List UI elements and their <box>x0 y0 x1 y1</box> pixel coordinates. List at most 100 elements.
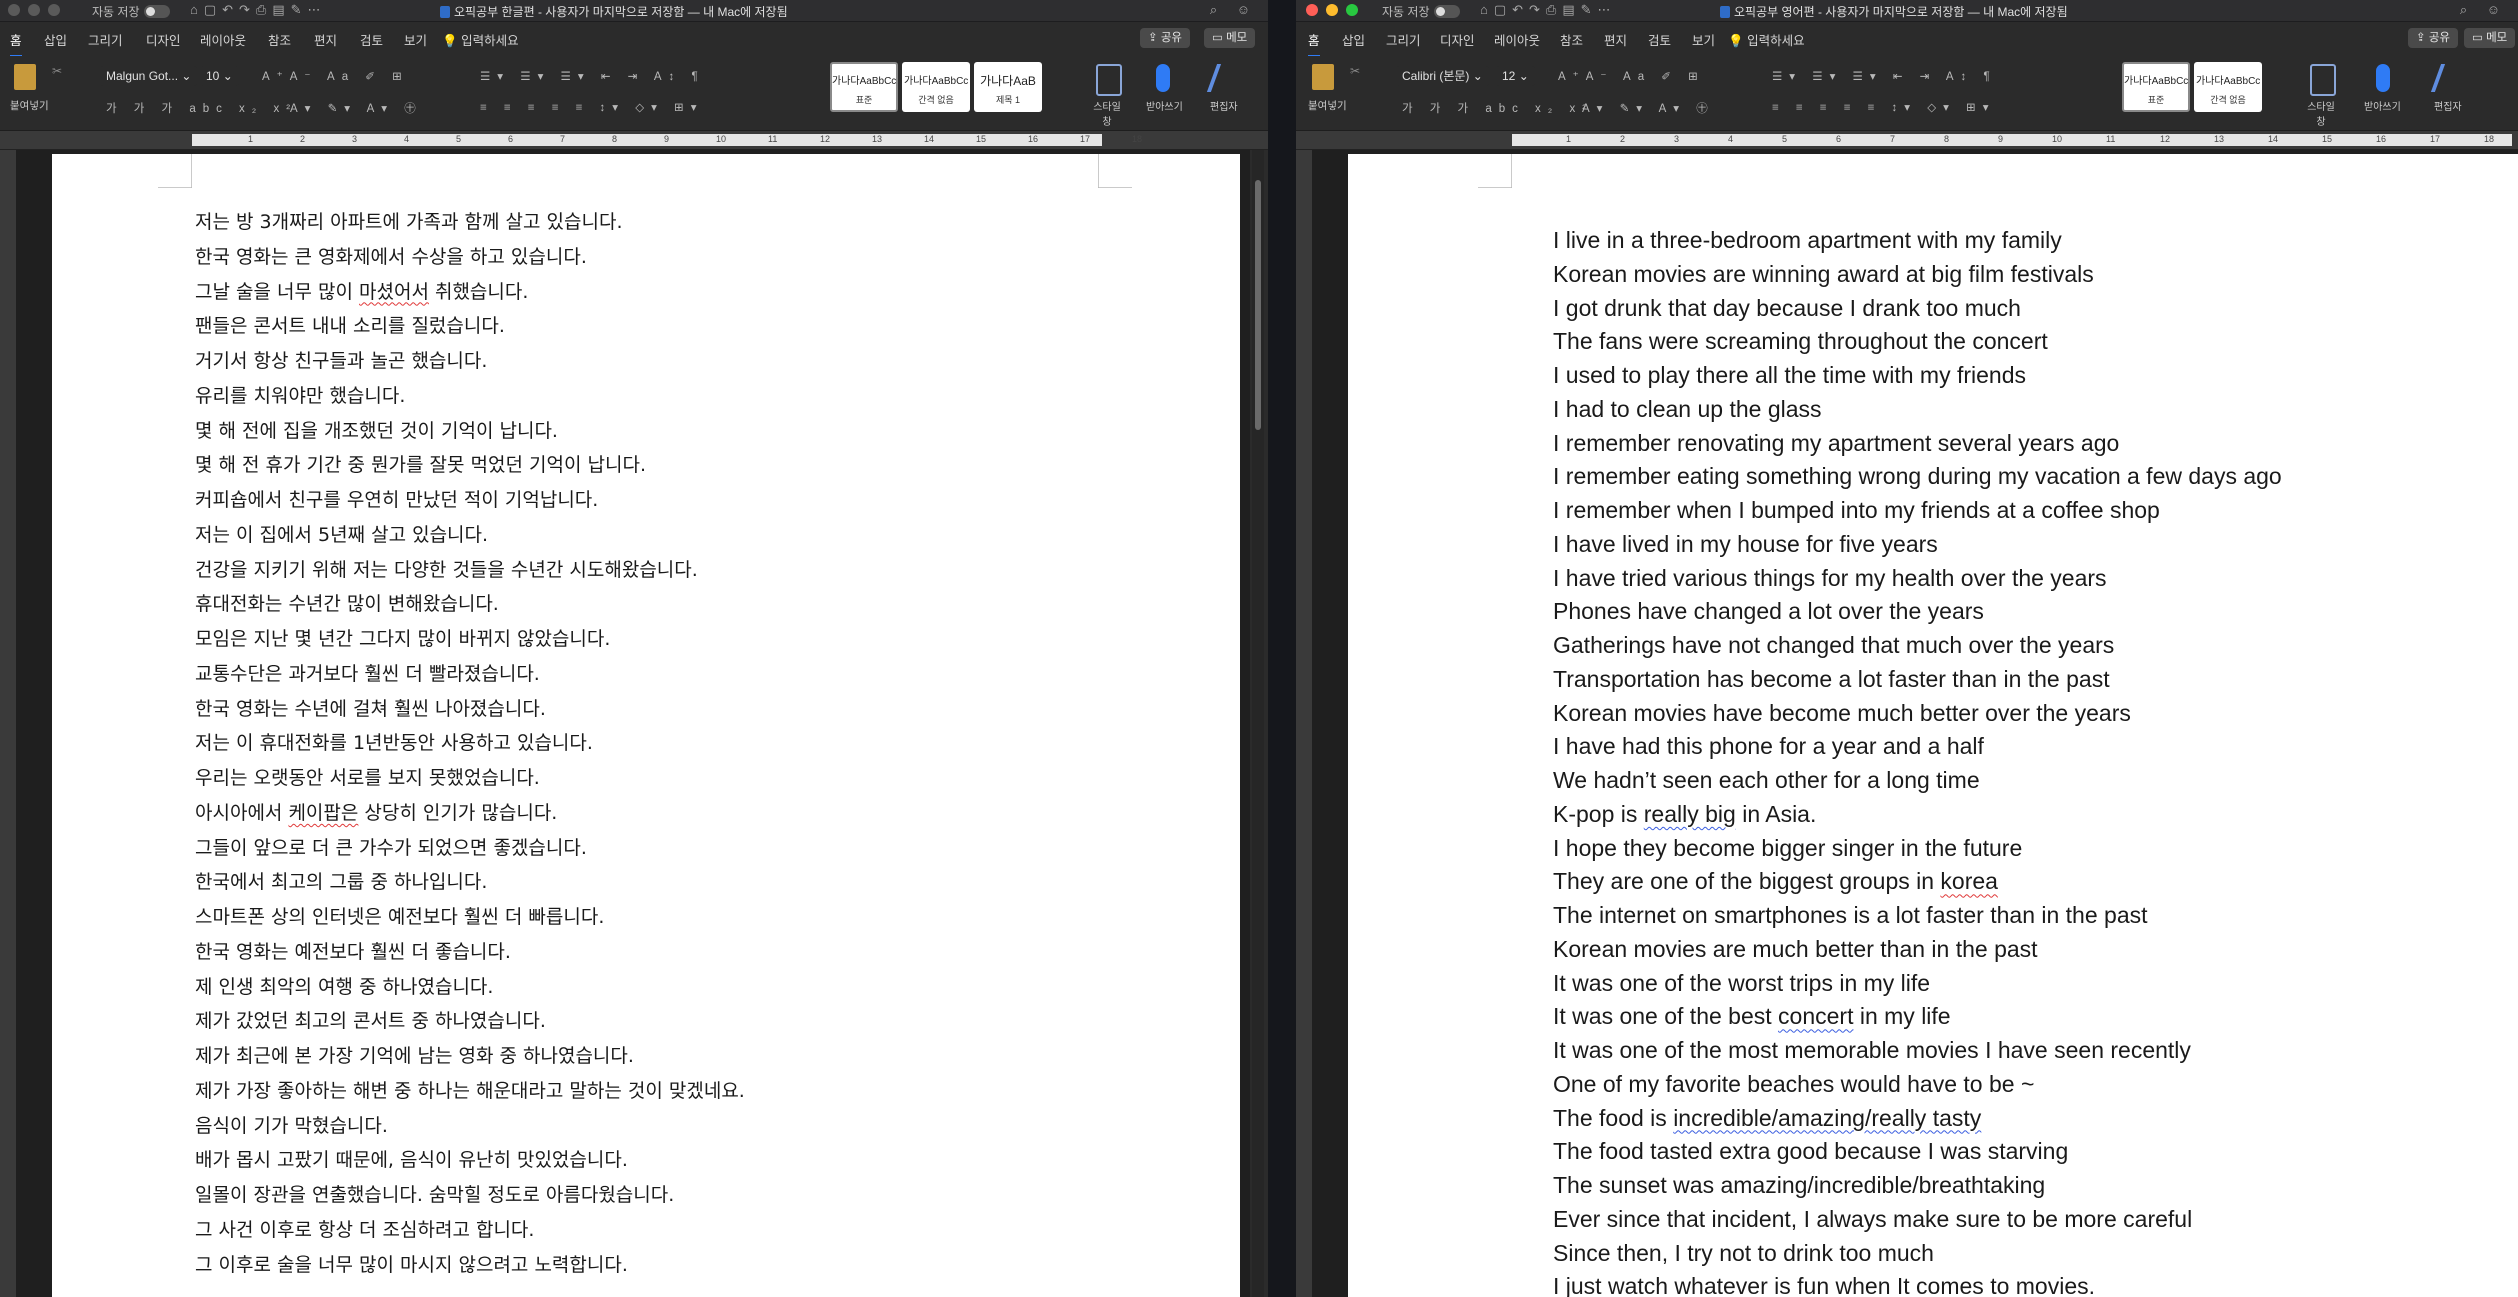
right-document-line[interactable]: Since then, I try not to drink too much <box>1553 1240 1934 1267</box>
left-document-line[interactable]: 음식이 기가 막혔습니다. <box>195 1111 388 1138</box>
left-tab-insert[interactable]: 삽입 <box>44 30 67 49</box>
left-document-line[interactable]: 제가 갔었던 최고의 콘서트 중 하나였습니다. <box>195 1006 546 1033</box>
right-document-line[interactable]: I just watch whatever is fun when It com… <box>1553 1273 2095 1297</box>
right-style-normal[interactable]: 가나다AaBbCc 표준 <box>2122 62 2190 112</box>
left-font-name-select[interactable]: Malgun Got... ⌄ <box>100 66 198 86</box>
left-scroll-thumb[interactable] <box>1255 180 1261 430</box>
paste-icon[interactable] <box>14 64 36 90</box>
right-document-line[interactable]: I hope they become bigger singer in the … <box>1553 835 2022 862</box>
right-document-line[interactable]: It was one of the worst trips in my life <box>1553 970 1930 997</box>
right-font-name-select[interactable]: Calibri (본문) ⌄ <box>1396 66 1489 86</box>
left-document-line[interactable]: 제가 가장 좋아하는 해변 중 하나는 해운대라고 말하는 것이 맞겠네요. <box>195 1076 745 1103</box>
right-document-line[interactable]: They are one of the biggest groups in ko… <box>1553 868 1998 895</box>
right-document-line[interactable]: I have had this phone for a year and a h… <box>1553 733 1984 760</box>
left-tab-home[interactable]: 홈 <box>10 30 22 57</box>
right-document-line[interactable]: One of my favorite beaches would have to… <box>1553 1071 2034 1098</box>
grammar-flagged-text[interactable]: incredible/amazing/really tasty <box>1673 1105 1981 1131</box>
left-document-line[interactable]: 그 이후로 술을 너무 많이 마시지 않으려고 노력합니다. <box>195 1250 628 1277</box>
left-document-line[interactable]: 휴대전화는 수년간 많이 변해왔습니다. <box>195 589 499 616</box>
right-tab-insert[interactable]: 삽입 <box>1342 30 1365 49</box>
left-document-line[interactable]: 커피숍에서 친구를 우연히 만났던 적이 기억납니다. <box>195 485 598 512</box>
right-document-line[interactable]: Korean movies are much better than in th… <box>1553 936 2038 963</box>
right-document-line[interactable]: Korean movies have become much better ov… <box>1553 700 2131 727</box>
right-tell-me[interactable]: 💡 입력하세요 <box>1728 30 1805 49</box>
left-quick-access-icons[interactable]: ⌂▢↶↷⎙▤✎⋯ <box>190 2 327 18</box>
right-editor-label[interactable]: 편집자 <box>2434 98 2462 113</box>
left-styles-pane-label[interactable]: 스타일 창 <box>1090 98 1124 128</box>
right-tab-view[interactable]: 보기 <box>1692 30 1715 49</box>
left-document-line[interactable]: 저는 방 3개짜리 아파트에 가족과 함께 살고 있습니다. <box>195 207 623 234</box>
right-font-size-select[interactable]: 12 ⌄ <box>1496 66 1535 86</box>
right-document-line[interactable]: The fans were screaming throughout the c… <box>1553 328 2048 355</box>
left-document-line[interactable]: 건강을 지키기 위해 저는 다양한 것들을 수년간 시도해왔습니다. <box>195 555 698 582</box>
right-document-line[interactable]: The food tasted extra good because I was… <box>1553 1138 2068 1165</box>
left-vertical-scrollbar[interactable] <box>1252 150 1264 1297</box>
right-document-line[interactable]: I used to play there all the time with m… <box>1553 362 2026 389</box>
left-document-line[interactable]: 그 사건 이후로 항상 더 조심하려고 합니다. <box>195 1215 534 1242</box>
left-document-line[interactable]: 배가 몹시 고팠기 때문에, 음식이 유난히 맛있었습니다. <box>195 1145 628 1172</box>
left-tab-review[interactable]: 검토 <box>360 30 383 49</box>
right-tab-design[interactable]: 디자인 <box>1440 30 1475 49</box>
right-styles-pane-label[interactable]: 스타일 창 <box>2304 98 2338 128</box>
left-tab-layout[interactable]: 레이아웃 <box>200 30 246 49</box>
right-minimize-button[interactable] <box>1326 4 1338 16</box>
left-tab-mailings[interactable]: 편지 <box>314 30 337 49</box>
right-close-button[interactable] <box>1306 4 1318 16</box>
right-page[interactable]: I live in a three-bedroom apartment with… <box>1348 154 2518 1297</box>
left-tab-design[interactable]: 디자인 <box>146 30 181 49</box>
right-document-line[interactable]: Gatherings have not changed that much ov… <box>1553 632 2114 659</box>
left-autosave-switch[interactable] <box>143 5 170 18</box>
right-document-line[interactable]: I live in a three-bedroom apartment with… <box>1553 227 2062 254</box>
right-font-size-tools[interactable]: A⁺A⁻ Aa ✐ ⊞ <box>1558 69 1705 83</box>
right-document-line[interactable]: Ever since that incident, I always make … <box>1553 1206 2192 1233</box>
right-zoom-button[interactable] <box>1346 4 1358 16</box>
left-font-size-tools[interactable]: A⁺A⁻ Aa ✐ ⊞ <box>262 69 409 83</box>
left-paste-label[interactable]: 붙여넣기 <box>10 98 49 113</box>
microphone-icon[interactable] <box>2376 64 2390 92</box>
right-document-line[interactable]: Phones have changed a lot over the years <box>1553 598 1984 625</box>
left-document-line[interactable]: 한국 영화는 큰 영화제에서 수상을 하고 있습니다. <box>195 242 587 269</box>
left-document-line[interactable]: 팬들은 콘서트 내내 소리를 질렀습니다. <box>195 311 505 338</box>
left-close-button[interactable] <box>8 4 20 16</box>
left-document-line[interactable]: 그들이 앞으로 더 큰 가수가 되었으면 좋겠습니다. <box>195 833 587 860</box>
left-document-line[interactable]: 한국 영화는 수년에 걸쳐 훨씬 나아졌습니다. <box>195 694 546 721</box>
right-document-line[interactable]: I got drunk that day because I drank too… <box>1553 295 2021 322</box>
right-autosave-switch[interactable] <box>1433 5 1460 18</box>
left-document-line[interactable]: 교통수단은 과거보다 훨씬 더 빨라졌습니다. <box>195 659 540 686</box>
left-document-line[interactable]: 한국 영화는 예전보다 훨씬 더 좋습니다. <box>195 937 511 964</box>
right-document-line[interactable]: Korean movies are winning award at big f… <box>1553 261 2094 288</box>
right-style-no-spacing[interactable]: 가나다AaBbCc 간격 없음 <box>2194 62 2262 112</box>
styles-pane-icon[interactable] <box>1096 64 1122 96</box>
cut-icon[interactable]: ✂ <box>52 64 62 78</box>
left-document-line[interactable]: 몇 해 전에 집을 개조했던 것이 기억이 납니다. <box>195 416 558 443</box>
microphone-icon[interactable] <box>1156 64 1170 92</box>
misspelled-text[interactable]: 케이팝은 <box>288 802 358 824</box>
left-tab-view[interactable]: 보기 <box>404 30 427 49</box>
left-document-line[interactable]: 저는 이 휴대전화를 1년반동안 사용하고 있습니다. <box>195 728 593 755</box>
right-font-format-tools[interactable]: 가 가 가 abc x₂ x² <box>1402 100 1593 116</box>
left-editor-label[interactable]: 편집자 <box>1210 98 1238 113</box>
left-document-line[interactable]: 제가 최근에 본 가장 기억에 남는 영화 중 하나였습니다. <box>195 1041 634 1068</box>
grammar-flagged-text[interactable]: really big <box>1644 801 1736 827</box>
right-document-line[interactable]: The sunset was amazing/incredible/breath… <box>1553 1172 2045 1199</box>
left-document-line[interactable]: 한국에서 최고의 그룹 중 하나입니다. <box>195 867 487 894</box>
left-document-line[interactable]: 유리를 치워야만 했습니다. <box>195 381 405 408</box>
left-font-color-tools[interactable]: A▾ ✎▾ A▾ ㊉ <box>290 100 423 116</box>
left-document-line[interactable]: 일몰이 장관을 연출했습니다. 숨막힐 정도로 아름다웠습니다. <box>195 1180 674 1207</box>
left-document-line[interactable]: 제 인생 최악의 여행 중 하나였습니다. <box>195 972 493 999</box>
right-document-line[interactable]: K-pop is really big in Asia. <box>1553 801 1816 828</box>
left-style-no-spacing[interactable]: 가나다AaBbCc 간격 없음 <box>902 62 970 112</box>
left-style-normal[interactable]: 가나다AaBbCc 표준 <box>830 62 898 112</box>
right-document-line[interactable]: I have tried various things for my healt… <box>1553 565 2107 592</box>
left-document-line[interactable]: 그날 술을 너무 많이 마셨어서 취했습니다. <box>195 277 528 304</box>
right-document-line[interactable]: I remember renovating my apartment sever… <box>1553 430 2119 457</box>
right-document-line[interactable]: I remember eating something wrong during… <box>1553 463 2282 490</box>
right-dictate-label[interactable]: 받아쓰기 <box>2364 98 2401 113</box>
left-dictate-label[interactable]: 받아쓰기 <box>1146 98 1183 113</box>
left-document-line[interactable]: 거기서 항상 친구들과 놀곤 했습니다. <box>195 346 487 373</box>
right-tab-review[interactable]: 검토 <box>1648 30 1671 49</box>
misspelled-text[interactable]: korea <box>1940 868 1998 894</box>
left-list-tools[interactable]: ☰▾ ☰▾ ☰▾ ⇤ ⇥ A↕ ¶ <box>480 69 705 83</box>
cut-icon[interactable]: ✂ <box>1350 64 1360 78</box>
left-horizontal-ruler[interactable]: 1 2 3 4 5 6 7 8 9 10 11 12 13 14 15 16 17 18 <box>0 131 1268 150</box>
